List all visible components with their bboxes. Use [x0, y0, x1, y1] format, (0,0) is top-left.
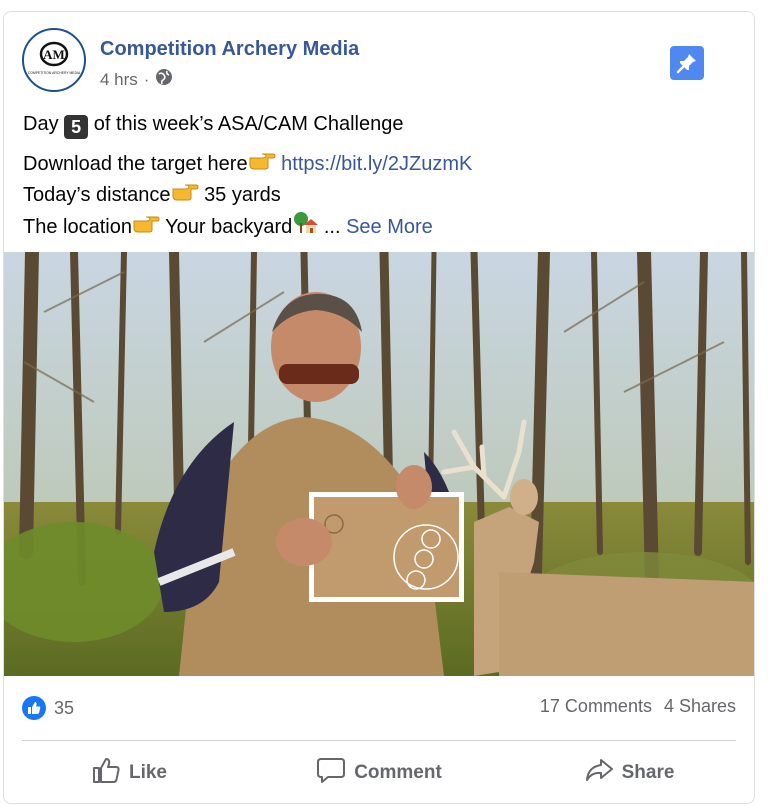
page-name[interactable]: Competition Archery Media [100, 38, 359, 61]
post-line-4: The location Your backyard ... See More [23, 211, 738, 244]
share-icon [584, 756, 614, 790]
post-line-2: Download the target here https://bit.ly/… [23, 149, 738, 180]
line4-prefix: The location [23, 216, 132, 239]
line3-value: 35 yards [204, 184, 281, 207]
action-bar: Like Comment Share [4, 752, 754, 794]
pointing-hand-icon [171, 180, 199, 211]
share-label: Share [621, 762, 675, 783]
see-more-link[interactable]: See More [346, 216, 433, 238]
comment-label: Comment [354, 762, 442, 783]
line1-prefix: Day [23, 113, 59, 135]
pin-icon[interactable] [670, 46, 704, 80]
post-body: Day 5 of this week’s ASA/CAM Challenge D… [23, 109, 738, 244]
post-line-1: Day 5 of this week’s ASA/CAM Challenge [23, 109, 738, 139]
post-meta: 4 hrs · [100, 68, 173, 91]
like-label: Like [128, 762, 168, 783]
share-button[interactable]: Share [504, 752, 754, 794]
like-button[interactable]: Like [4, 752, 254, 794]
likes-count: 35 [54, 697, 75, 718]
post-header: AM COMPETITION ARCHERY MEDIA Competition… [22, 28, 736, 94]
pointing-hand-icon [132, 212, 160, 243]
pointing-hand-icon [248, 149, 276, 180]
line3-prefix: Today’s distance [23, 184, 171, 207]
engagement-counts: 17 Comments 4 Shares [540, 696, 736, 717]
line2-prefix: Download the target here [23, 153, 248, 175]
comments-count[interactable]: 17 Comments [540, 696, 652, 717]
post-time[interactable]: 4 hrs [100, 70, 138, 90]
post-card: AM COMPETITION ARCHERY MEDIA Competition… [3, 11, 755, 804]
line4-value: Your backyard [165, 216, 293, 239]
avatar-caption: COMPETITION ARCHERY MEDIA [28, 71, 81, 75]
comment-button[interactable]: Comment [254, 752, 504, 794]
meta-separator: · [143, 69, 150, 89]
number-five-emoji: 5 [64, 115, 89, 139]
likes-summary[interactable]: 35 [22, 696, 74, 720]
reaction-stats: 35 17 Comments 4 Shares [22, 692, 736, 722]
post-video[interactable] [4, 245, 754, 676]
globe-icon[interactable] [155, 68, 173, 91]
shares-count[interactable]: 4 Shares [664, 696, 736, 717]
thumbs-up-icon [91, 756, 121, 790]
actions-divider [22, 740, 736, 741]
avatar-monogram: AM [43, 47, 65, 62]
house-tree-icon [292, 211, 319, 244]
like-reaction-icon [22, 696, 46, 720]
ellipsis: ... [323, 216, 341, 239]
target-link[interactable]: https://bit.ly/2JZuzmK [281, 153, 472, 175]
comment-icon [316, 756, 346, 790]
line1-suffix: of this week’s ASA/CAM Challenge [93, 113, 404, 135]
avatar[interactable]: AM COMPETITION ARCHERY MEDIA [22, 28, 86, 92]
post-line-3: Today’s distance 35 yards [23, 180, 738, 211]
